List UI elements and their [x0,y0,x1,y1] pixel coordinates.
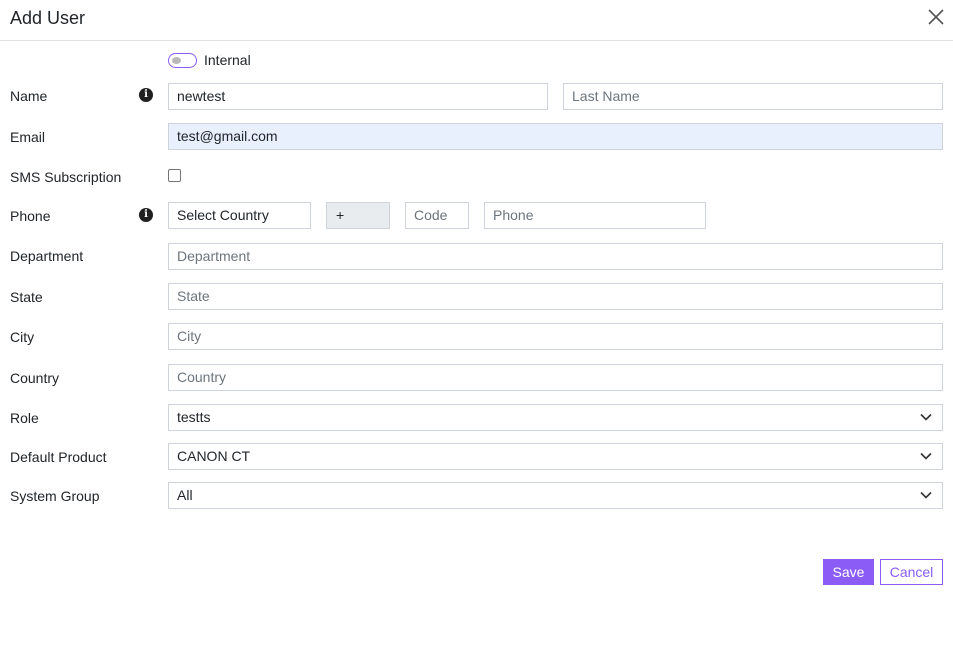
internal-toggle[interactable] [168,52,197,68]
state-label: State [10,289,43,305]
dialog-title: Add User [10,8,86,28]
chevron-down-icon [920,413,932,421]
close-icon[interactable] [927,8,945,26]
city-label: City [10,329,35,345]
country-label: Country [10,370,60,386]
state-input[interactable]: State [168,283,943,310]
default-product-select[interactable]: CANON CT [168,443,943,470]
phone-label: Phone [10,208,51,224]
phone-country-select[interactable]: Select Country [168,202,311,229]
system-group-label: System Group [10,488,100,504]
phone-code-input[interactable]: Code [405,202,469,229]
name-label: Name [10,88,48,104]
department-input[interactable]: Department [168,243,943,270]
info-icon: i [139,88,153,102]
country-input[interactable]: Country [168,364,943,391]
last-name-input[interactable]: Last Name [563,83,943,110]
chevron-down-icon [920,491,932,499]
email-label: Email [10,129,46,145]
save-button[interactable]: Save [823,559,874,585]
info-icon: i [139,208,153,222]
email-input[interactable]: test@gmail.com [168,123,943,150]
department-label: Department [10,248,84,264]
dialog-header: Add User [0,0,953,41]
cancel-button[interactable]: Cancel [880,559,943,585]
default-product-select-value: CANON CT [177,448,251,464]
phone-number-input[interactable]: Phone [484,202,706,229]
sms-subscription-label: SMS Subscription [10,169,122,185]
sms-subscription-checkbox[interactable] [168,169,181,182]
role-select[interactable]: testts [168,404,943,431]
role-select-value: testts [177,409,211,425]
system-group-select-value: All [177,487,193,503]
phone-prefix-addon: + [326,202,390,229]
toggle-knob [172,56,181,64]
default-product-label: Default Product [10,449,107,465]
city-input[interactable]: City [168,323,943,350]
internal-toggle-label: Internal [204,52,251,68]
role-label: Role [10,410,39,426]
internal-toggle-group: Internal [168,52,251,68]
system-group-select[interactable]: All [168,482,943,509]
first-name-input[interactable]: newtest [168,83,548,110]
chevron-down-icon [920,452,932,460]
